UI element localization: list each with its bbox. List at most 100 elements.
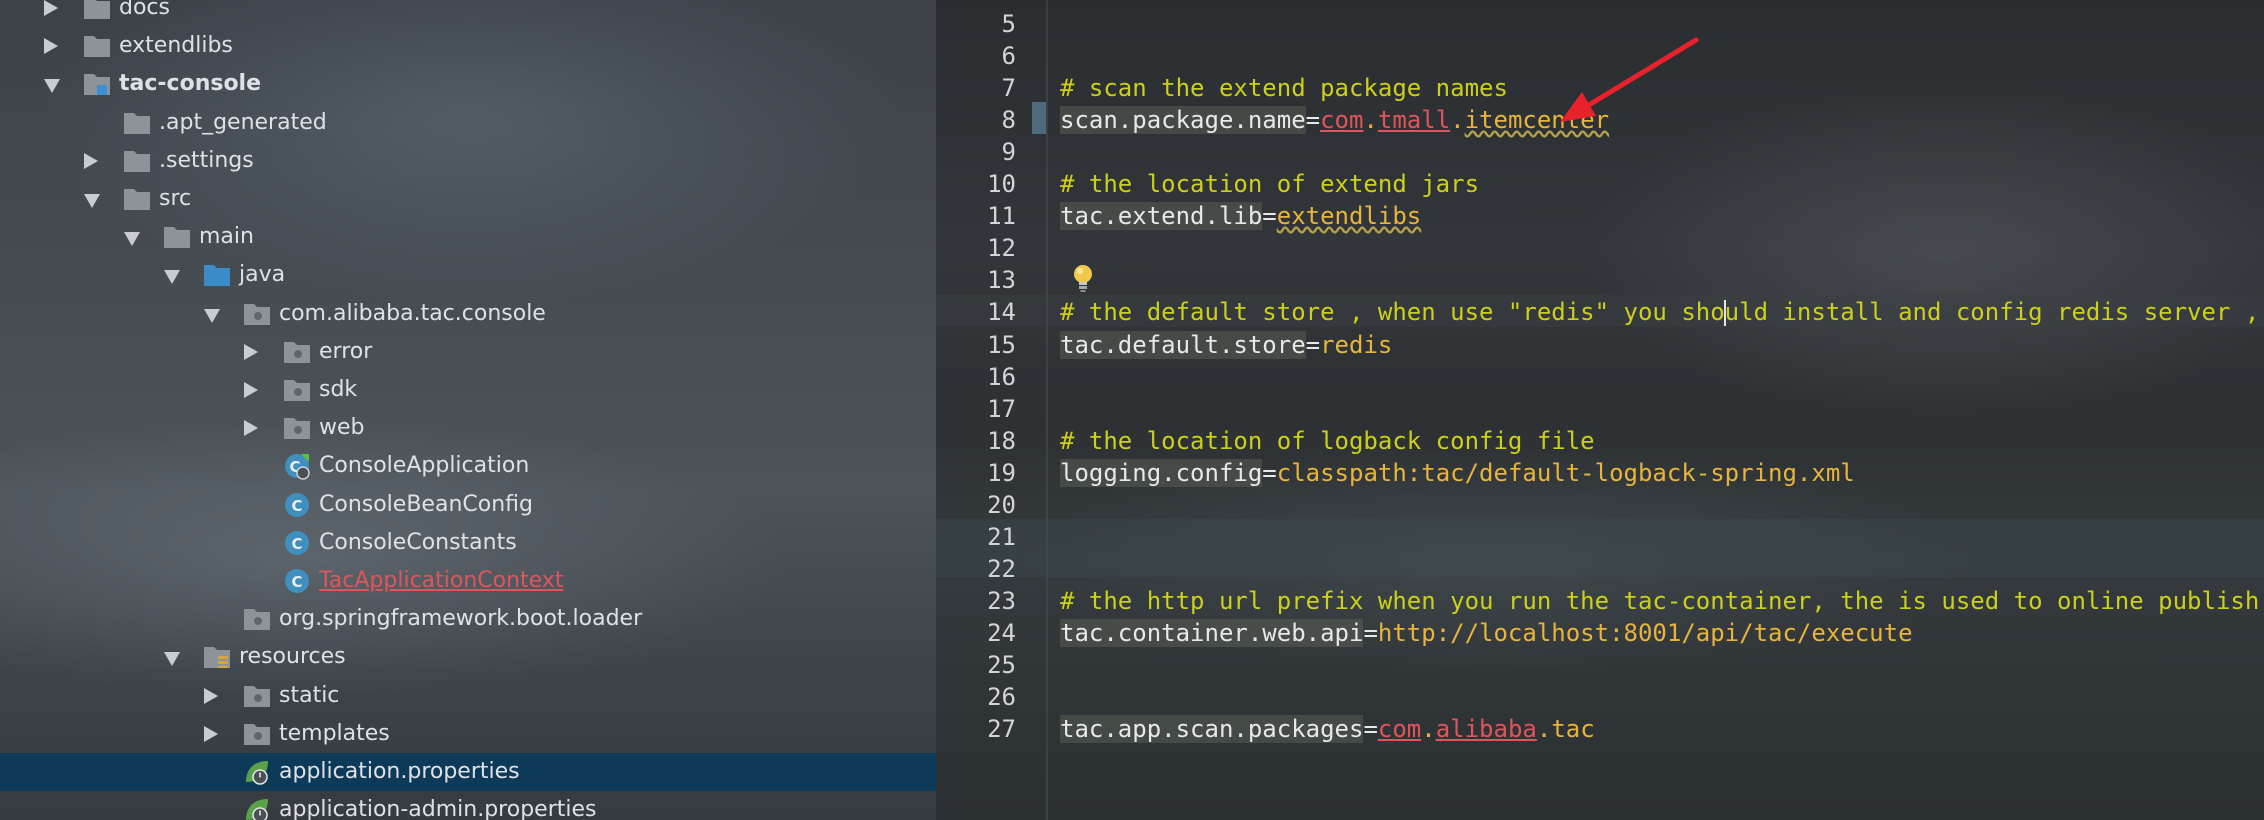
line-number: 22	[987, 554, 1016, 583]
code-line[interactable]: 20	[936, 489, 2264, 521]
svg-text:C: C	[291, 497, 302, 515]
code-token: com	[1377, 715, 1422, 744]
code-line[interactable]: 16	[936, 361, 2264, 393]
tree-row-java[interactable]: java	[0, 256, 936, 294]
tree-row-templates[interactable]: templates	[0, 715, 936, 753]
line-number: 16	[987, 362, 1016, 391]
svg-text:C: C	[291, 573, 302, 591]
tree-row-static[interactable]: static	[0, 677, 936, 715]
code-token: =	[1305, 106, 1321, 135]
tree-node-label: sdk	[319, 377, 358, 402]
tree-node-label: org.springframework.boot.loader	[279, 606, 643, 632]
code-token: =	[1305, 330, 1321, 359]
line-number: 10	[987, 170, 1016, 199]
code-line[interactable]: 27 tac.app.scan.packages=com.alibaba.tac	[936, 713, 2264, 745]
code-token: extendlibs	[1276, 202, 1422, 231]
expand-arrow-icon[interactable]	[204, 725, 218, 742]
code-line[interactable]: 24 tac.container.web.api=http://localhost…	[936, 617, 2264, 649]
code-line[interactable]: 23 # the http url prefix when you run the…	[936, 585, 2264, 617]
code-token: http://localhost:8001/api/tac/execute	[1377, 618, 1913, 647]
lightbulb-icon[interactable]	[1070, 262, 1096, 294]
expand-arrow-icon[interactable]	[84, 152, 98, 169]
line-number: 7	[1001, 74, 1016, 103]
code-token: # the http url prefix when you run the t…	[1060, 586, 2264, 615]
collapse-arrow-icon[interactable]	[164, 652, 180, 667]
folder-icon	[123, 109, 151, 135]
red-arrow-annotation	[1556, 30, 1716, 130]
tree-node-label: templates	[279, 720, 390, 746]
code-token: tac.extend.lib	[1060, 202, 1263, 231]
tree-node-label: error	[319, 338, 373, 364]
code-editor[interactable]: 5 6 7 # scan the extend package names 8 scan.…	[936, 0, 2264, 820]
code-token: redis	[1320, 330, 1393, 359]
tree-node-label: web	[319, 415, 365, 441]
tree-row-src[interactable]: src	[0, 180, 936, 218]
tree-row-org-springframework-boot-loader[interactable]: org.springframework.boot.loader	[0, 600, 936, 638]
code-token: # scan the extend package names	[1060, 74, 1508, 103]
code-line[interactable]: 18 # the location of logback config file	[936, 425, 2264, 457]
code-line[interactable]: 19 logging.config=classpath:tac/default-l…	[936, 457, 2264, 489]
code-line[interactable]: 12	[936, 232, 2264, 264]
code-line[interactable]: 17	[936, 393, 2264, 425]
tree-row-sdk[interactable]: sdk	[0, 371, 936, 409]
tree-row-settings[interactable]: .settings	[0, 142, 936, 180]
expand-arrow-icon[interactable]	[44, 38, 58, 55]
tree-node-label: ConsoleConstants	[319, 529, 517, 555]
code-line[interactable]: 15 tac.default.store=redis	[936, 329, 2264, 361]
collapse-arrow-icon[interactable]	[44, 79, 60, 94]
spring-properties-icon	[243, 796, 271, 820]
code-text: tac.app.scan.packages=com.alibaba.tac	[1060, 713, 1595, 745]
code-token: =	[1363, 715, 1378, 744]
code-token: com	[1320, 106, 1364, 135]
tree-node-label: application.properties	[279, 759, 520, 784]
package-icon	[283, 376, 311, 402]
tree-node-label: com.alibaba.tac.console	[279, 300, 546, 326]
tree-row-consoleconstants[interactable]: C ConsoleConstants	[0, 524, 936, 562]
code-line[interactable]: 25	[936, 649, 2264, 681]
expand-arrow-icon[interactable]	[44, 0, 58, 16]
code-line[interactable]: 9	[936, 136, 2264, 168]
tree-row-application-admin-properties[interactable]: application-admin.properties	[0, 791, 936, 820]
tree-row-resources[interactable]: resources	[0, 638, 936, 676]
code-line[interactable]: 11 tac.extend.lib=extendlibs	[936, 200, 2264, 232]
line-number: 14	[987, 298, 1016, 327]
folder-icon	[83, 0, 111, 20]
expand-arrow-icon[interactable]	[244, 382, 258, 398]
expand-arrow-icon[interactable]	[204, 687, 218, 704]
code-text: tac.extend.lib=extendlibs	[1060, 200, 1421, 232]
tree-row-apt-generated[interactable]: .apt_generated	[0, 104, 936, 142]
line-number: 20	[987, 490, 1016, 519]
expand-arrow-icon[interactable]	[244, 343, 258, 360]
tree-row-tac-console[interactable]: tac-console	[0, 65, 936, 103]
tree-row-web[interactable]: web	[0, 409, 936, 447]
tree-row-main[interactable]: main	[0, 218, 936, 256]
code-line[interactable]: 13	[936, 264, 2264, 296]
tree-row-com-alibaba-tac-console[interactable]: com.alibaba.tac.console	[0, 295, 936, 333]
code-line[interactable]: 22	[936, 553, 2264, 585]
code-text: tac.default.store=redis	[1060, 329, 1392, 361]
line-number: 13	[987, 266, 1016, 295]
collapse-arrow-icon[interactable]	[164, 270, 180, 285]
package-icon	[283, 338, 311, 364]
tree-row-application-properties[interactable]: application.properties	[0, 753, 936, 791]
line-number: 12	[987, 234, 1016, 263]
collapse-arrow-icon[interactable]	[124, 232, 140, 247]
collapse-arrow-icon[interactable]	[204, 308, 220, 323]
project-tree-panel[interactable]: docs extendlibs tac-console .apt_generated.…	[0, 0, 936, 820]
code-token: tac.container.web.api	[1060, 618, 1364, 647]
tree-row-consolebeanconfig[interactable]: C ConsoleBeanConfig	[0, 486, 936, 524]
tree-row-extendlibs[interactable]: extendlibs	[0, 27, 936, 65]
code-token: =	[1262, 202, 1277, 231]
expand-arrow-icon[interactable]	[244, 420, 258, 437]
tree-row-tacapplicationcontext[interactable]: C TacApplicationContext	[0, 562, 936, 600]
code-line[interactable]: 21	[936, 521, 2264, 553]
code-text: # the location of logback config file	[1060, 425, 1595, 457]
tree-row-docs[interactable]: docs	[0, 0, 936, 27]
tree-row-consoleapplication[interactable]: C ConsoleApplication	[0, 447, 936, 485]
tree-row-error[interactable]: error	[0, 333, 936, 371]
code-line[interactable]: 26	[936, 681, 2264, 713]
code-line[interactable]: 14 # the default store , when use "redis"…	[936, 296, 2264, 328]
code-line[interactable]: 10 # the location of extend jars	[936, 168, 2264, 200]
collapse-arrow-icon[interactable]	[84, 194, 100, 208]
class-icon: C	[283, 567, 311, 593]
